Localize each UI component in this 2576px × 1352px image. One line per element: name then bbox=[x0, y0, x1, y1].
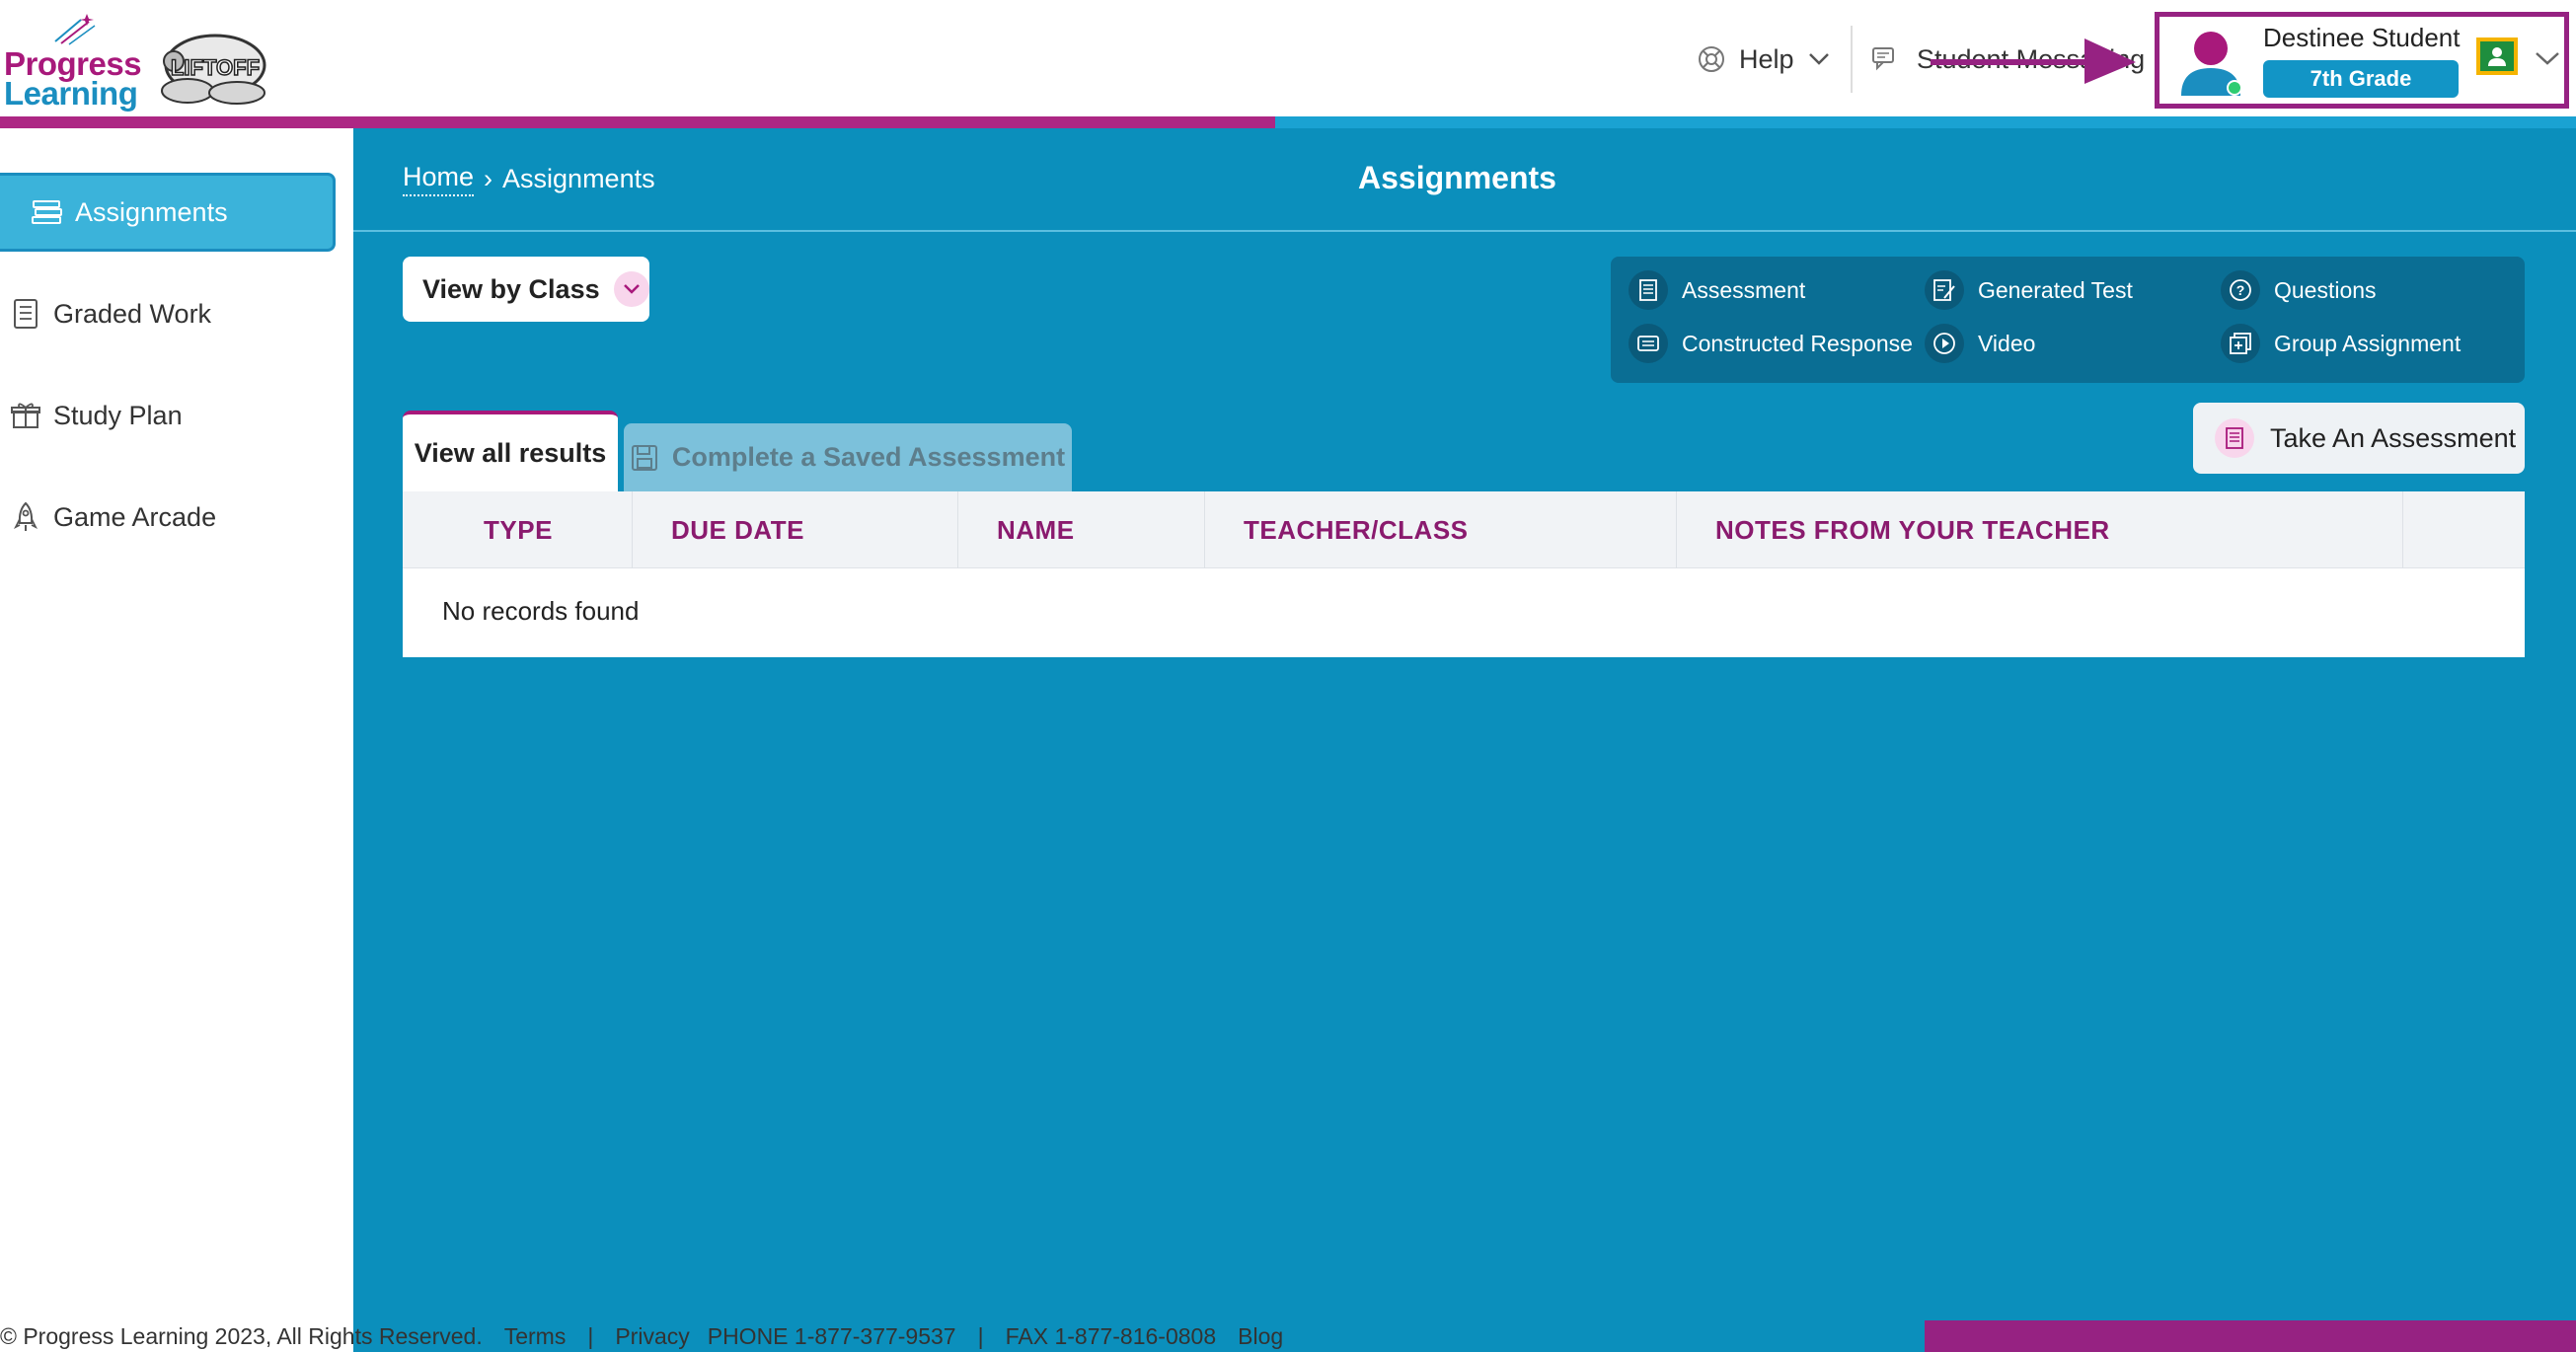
help-menu[interactable]: Help bbox=[1698, 39, 1830, 79]
page-title: Assignments bbox=[1358, 160, 1556, 195]
top-header: Progress Learning LIFTOFF Help Student M… bbox=[0, 0, 2576, 116]
assessment-icon bbox=[1629, 270, 1668, 310]
group-assignment-icon bbox=[2221, 324, 2260, 363]
tab-view-all-results[interactable]: View all results bbox=[403, 411, 618, 491]
tab-label: Complete a Saved Assessment bbox=[671, 442, 1066, 472]
column-header-teacher-class[interactable]: TEACHER/CLASS bbox=[1244, 491, 1469, 568]
footer-separator: | bbox=[977, 1323, 984, 1349]
generated-test-icon bbox=[1925, 270, 1964, 310]
video-icon bbox=[1925, 324, 1964, 363]
floppy-disk-icon bbox=[631, 444, 657, 471]
view-by-class-dropdown[interactable]: View by Class bbox=[403, 257, 649, 322]
fax-text: FAX 1-877-816-0808 bbox=[1005, 1323, 1217, 1349]
sidebar-item-label: Game Arcade bbox=[53, 501, 217, 532]
footer: © Progress Learning 2023, All Rights Res… bbox=[0, 1320, 2576, 1352]
chevron-down-icon bbox=[613, 271, 649, 307]
checklist-icon bbox=[4, 292, 47, 336]
breadcrumb: Home › Assignments bbox=[403, 162, 655, 196]
phone-text: PHONE 1-877-377-9537 bbox=[707, 1323, 956, 1349]
logo-text-learning: Learning bbox=[4, 75, 138, 112]
svg-text:?: ? bbox=[2236, 282, 2245, 298]
header-divider bbox=[1851, 26, 1853, 93]
breadcrumb-current: Assignments bbox=[502, 164, 655, 193]
sparkle-icon bbox=[54, 14, 96, 45]
legend-item-generated-test: Generated Test bbox=[1925, 270, 2133, 310]
question-icon: ? bbox=[2221, 270, 2260, 310]
avatar bbox=[2179, 27, 2242, 96]
column-divider bbox=[632, 491, 633, 568]
privacy-link[interactable]: Privacy bbox=[615, 1323, 689, 1350]
sidebar-item-assignments[interactable]: Assignments bbox=[0, 173, 336, 252]
title-divider bbox=[353, 230, 2576, 232]
sidebar: Assignments Graded Work Study Plan Game … bbox=[0, 128, 353, 1322]
take-an-assessment-label: Take An Assessment bbox=[2270, 422, 2517, 453]
breadcrumb-home-link[interactable]: Home bbox=[403, 162, 475, 196]
rocket-icon bbox=[4, 495, 47, 539]
chevron-down-icon bbox=[1808, 53, 1829, 65]
column-divider bbox=[957, 491, 958, 568]
breadcrumb-separator: › bbox=[484, 164, 493, 193]
take-an-assessment-button[interactable]: Take An Assessment bbox=[2193, 403, 2525, 474]
liftoff-logo[interactable]: LIFTOFF bbox=[158, 26, 268, 107]
legend-item-assessment: Assessment bbox=[1629, 270, 1805, 310]
legend-item-video: Video bbox=[1925, 324, 2035, 363]
legend-item-group-assignment: Group Assignment bbox=[2221, 324, 2461, 363]
annotation-arrow-icon bbox=[1931, 38, 2136, 84]
column-header-notes[interactable]: NOTES FROM YOUR TEACHER bbox=[1715, 491, 2110, 568]
sidebar-item-label: Study Plan bbox=[53, 400, 183, 430]
sidebar-item-label: Assignments bbox=[75, 196, 228, 227]
column-header-type[interactable]: TYPE bbox=[484, 491, 553, 568]
sidebar-item-study-plan[interactable]: Study Plan bbox=[0, 376, 336, 455]
lifebuoy-icon bbox=[1699, 46, 1724, 72]
google-classroom-icon bbox=[2476, 38, 2518, 75]
help-label: Help bbox=[1739, 43, 1794, 74]
legend-item-questions: ? Questions bbox=[2221, 270, 2377, 310]
books-icon bbox=[26, 190, 69, 234]
terms-link[interactable]: Terms bbox=[504, 1323, 567, 1350]
svg-text:LIFTOFF: LIFTOFF bbox=[171, 55, 260, 80]
progress-bar bbox=[0, 116, 2576, 128]
constructed-response-icon bbox=[1629, 324, 1668, 363]
footer-separator: | bbox=[587, 1323, 594, 1349]
chat-icon bbox=[1872, 47, 1894, 71]
column-divider bbox=[1204, 491, 1205, 568]
column-header-due-date[interactable]: DUE DATE bbox=[671, 491, 804, 568]
grade-badge: 7th Grade bbox=[2263, 60, 2459, 98]
footer-accent-bar bbox=[1925, 1320, 2576, 1352]
footer-links: © Progress Learning 2023, All Rights Res… bbox=[0, 1323, 1305, 1350]
assessment-icon bbox=[2215, 418, 2254, 458]
legend-label: Assessment bbox=[1682, 276, 1806, 303]
assignment-type-legend: Assessment Generated Test ? Questions Co… bbox=[1611, 257, 2525, 383]
legend-item-constructed-response: Constructed Response bbox=[1629, 324, 1913, 363]
legend-label: Generated Test bbox=[1978, 276, 2133, 303]
gift-icon bbox=[4, 394, 47, 437]
column-divider bbox=[1676, 491, 1677, 568]
blog-link[interactable]: Blog bbox=[1238, 1323, 1283, 1350]
assignments-table: TYPE DUE DATE NAME TEACHER/CLASS NOTES F… bbox=[403, 491, 2525, 657]
sidebar-item-label: Graded Work bbox=[53, 298, 212, 329]
table-header: TYPE DUE DATE NAME TEACHER/CLASS NOTES F… bbox=[403, 491, 2525, 568]
legend-label: Group Assignment bbox=[2274, 330, 2462, 356]
user-profile-menu[interactable]: Destinee Student 7th Grade bbox=[2155, 12, 2569, 109]
progress-learning-logo[interactable]: Progress Learning bbox=[4, 10, 142, 112]
column-divider bbox=[2402, 491, 2403, 568]
legend-label: Questions bbox=[2274, 276, 2377, 303]
sidebar-item-graded-work[interactable]: Graded Work bbox=[0, 274, 336, 353]
user-name: Destinee Student bbox=[2263, 23, 2461, 52]
view-by-class-label: View by Class bbox=[422, 273, 600, 304]
legend-label: Video bbox=[1978, 330, 2036, 356]
progress-bar-fill bbox=[0, 116, 1275, 128]
chevron-down-icon bbox=[2536, 52, 2559, 65]
copyright-text: © Progress Learning 2023, All Rights Res… bbox=[0, 1323, 483, 1349]
legend-label: Constructed Response bbox=[1682, 330, 1913, 356]
tab-complete-saved-assessment[interactable]: Complete a Saved Assessment bbox=[624, 423, 1072, 491]
empty-table-message: No records found bbox=[442, 596, 640, 626]
sidebar-item-game-arcade[interactable]: Game Arcade bbox=[0, 478, 336, 557]
column-header-name[interactable]: NAME bbox=[997, 491, 1075, 568]
